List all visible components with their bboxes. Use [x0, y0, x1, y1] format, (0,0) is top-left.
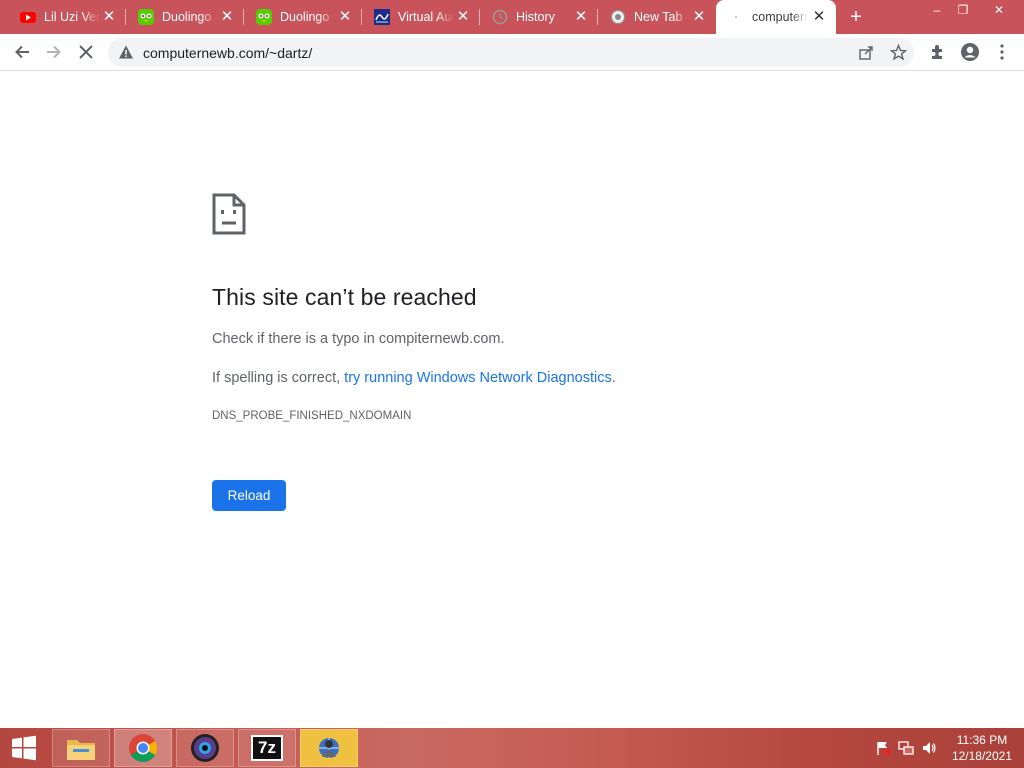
- tab-title: Duolingo: [280, 10, 330, 24]
- forward-arrow-icon: [47, 45, 61, 59]
- browser-toolbar: computernewb.com/~dartz/: [0, 34, 1024, 71]
- youtube-icon: [20, 12, 36, 23]
- error-code: DNS_PROBE_FINISHED_NXDOMAIN: [212, 410, 412, 422]
- tab-title: New Tab: [634, 10, 683, 24]
- clock-time: 11:36 PM: [956, 733, 1008, 747]
- tab-title: Lil Uzi Vert: [44, 10, 100, 24]
- duolingo-icon: [138, 9, 154, 25]
- menu-button[interactable]: [990, 40, 1014, 64]
- back-arrow-icon: [15, 45, 29, 59]
- stop-loading-button[interactable]: [74, 40, 98, 64]
- tab-computernewb-active[interactable]: computernewb ✕: [716, 0, 836, 34]
- new-tab-button[interactable]: +: [845, 6, 867, 28]
- url-text[interactable]: computernewb.com/~dartz/: [143, 45, 312, 61]
- error-hint: Check if there is a typo in compiternewb…: [212, 331, 505, 347]
- taskbar: 7z 11:36 PM 12/18/2021: [0, 728, 1024, 768]
- close-icon[interactable]: ✕: [338, 9, 352, 24]
- back-button[interactable]: [10, 40, 34, 64]
- network-app-icon: [319, 738, 339, 758]
- network-diagnostics-link[interactable]: try running Windows Network Diagnostics: [344, 370, 612, 386]
- tab-duolingo-1[interactable]: Duolingo ✕: [126, 0, 244, 34]
- close-icon[interactable]: ✕: [102, 9, 116, 24]
- avatar-icon: [961, 43, 979, 61]
- taskbar-7zip[interactable]: 7z: [238, 729, 296, 767]
- history-icon: [492, 9, 508, 25]
- 7zip-icon: 7z: [251, 735, 283, 761]
- bookmark-star-icon[interactable]: [890, 44, 907, 61]
- clock-date: 12/18/2021: [951, 749, 1012, 763]
- volume-icon[interactable]: [921, 740, 937, 756]
- kebab-menu-icon: [1000, 44, 1004, 60]
- loading-icon: [735, 16, 737, 18]
- sad-page-icon: [212, 193, 246, 235]
- taskbar-chrome[interactable]: [114, 729, 172, 767]
- error-suggestion: If spelling is correct, try running Wind…: [212, 370, 616, 386]
- taskbar-obs[interactable]: [176, 729, 234, 767]
- warning-icon[interactable]: [118, 44, 134, 60]
- taskbar-file-explorer[interactable]: [52, 729, 110, 767]
- obs-icon: [191, 734, 219, 762]
- error-title: This site can’t be reached: [212, 284, 477, 310]
- network-icon[interactable]: [898, 740, 914, 756]
- puzzle-icon: [932, 45, 942, 59]
- stop-icon: [79, 45, 93, 59]
- system-clock[interactable]: 11:36 PM 12/18/2021: [952, 732, 1012, 764]
- close-icon[interactable]: ✕: [456, 9, 470, 24]
- start-button[interactable]: [0, 728, 48, 768]
- suggestion-prefix: If spelling is correct,: [212, 370, 345, 386]
- tab-lil-uzi[interactable]: Lil Uzi Vert ✕: [8, 0, 126, 34]
- address-bar[interactable]: computernewb.com/~dartz/: [108, 38, 914, 67]
- close-window-button[interactable]: ✕: [984, 2, 1014, 18]
- tab-title: computernewb: [752, 10, 808, 24]
- close-icon[interactable]: ✕: [692, 9, 706, 24]
- duolingo-icon: [256, 9, 272, 25]
- share-icon[interactable]: [858, 45, 874, 61]
- file-explorer-icon: [67, 740, 95, 760]
- restore-button[interactable]: ❐: [948, 2, 978, 18]
- tab-new-tab[interactable]: New Tab ✕: [598, 0, 716, 34]
- chrome-icon: [129, 734, 157, 762]
- tab-title: Duolingo: [162, 10, 212, 24]
- close-icon[interactable]: ✕: [812, 9, 826, 24]
- virtual-audio-icon: [374, 9, 390, 25]
- forward-button[interactable]: [42, 40, 66, 64]
- taskbar-network-app[interactable]: [300, 729, 358, 767]
- extensions-button[interactable]: [926, 40, 950, 64]
- suggestion-suffix: .: [611, 370, 616, 386]
- windows-logo-icon: [12, 735, 36, 761]
- chrome-icon: [611, 10, 625, 24]
- reload-button[interactable]: Reload: [212, 480, 286, 511]
- tab-history[interactable]: History ✕: [480, 0, 598, 34]
- tab-virtual-audio[interactable]: Virtual Audio ✕: [362, 0, 480, 34]
- tab-duolingo-2[interactable]: Duolingo ✕: [244, 0, 362, 34]
- tab-title: Virtual Audio: [398, 10, 454, 24]
- close-icon[interactable]: ✕: [574, 9, 588, 24]
- tab-strip: Lil Uzi Vert ✕ Duolingo ✕ Duolingo ✕ Vir…: [0, 0, 1024, 34]
- profile-button[interactable]: [958, 40, 982, 64]
- close-icon[interactable]: ✕: [220, 9, 234, 24]
- tab-title: History: [516, 10, 555, 24]
- action-center-flag-icon[interactable]: [875, 740, 891, 756]
